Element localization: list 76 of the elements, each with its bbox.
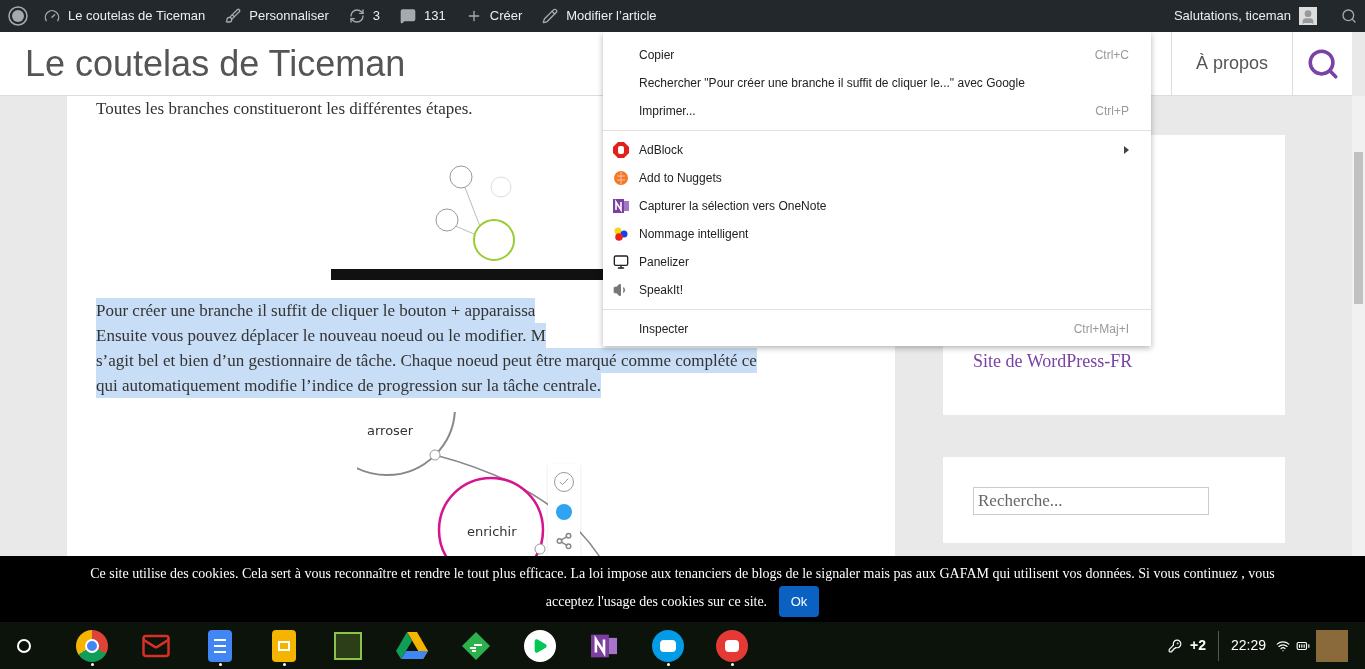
wordpress-logo-icon[interactable] bbox=[8, 6, 28, 26]
admin-bar-link[interactable]: 3 bbox=[348, 6, 381, 26]
menu-item-label: Capturer la sélection vers OneNote bbox=[639, 198, 827, 215]
admin-bar-link[interactable]: Créer bbox=[465, 6, 523, 26]
folder-icon[interactable] bbox=[652, 629, 684, 662]
avatar-icon bbox=[1299, 7, 1317, 25]
sidebar-link[interactable]: Site de WordPress-FR bbox=[973, 348, 1255, 375]
menu-item[interactable]: Nommage intelligent bbox=[603, 220, 1151, 248]
greeting-link[interactable]: Salutations, ticeman bbox=[1173, 6, 1291, 26]
menu-item-label: Inspecter bbox=[639, 321, 689, 338]
node-label: enrichir bbox=[467, 523, 517, 541]
menu-item-label: Rechercher "Pour créer une branche il suffit de cliquer le..." avec Google bbox=[639, 75, 1025, 92]
notification-count[interactable]: +2 bbox=[1190, 635, 1206, 656]
running-indicator bbox=[666, 663, 670, 666]
menu-item-label: Imprimer... bbox=[639, 103, 696, 120]
colored-dots-icon bbox=[613, 226, 629, 242]
admin-bar-link[interactable]: 131 bbox=[400, 6, 446, 26]
app-icon[interactable] bbox=[334, 631, 362, 660]
nav-link[interactable]: À propos bbox=[1170, 32, 1292, 95]
photo-icon[interactable] bbox=[716, 629, 748, 662]
clock[interactable]: 22:29 bbox=[1230, 635, 1266, 656]
onenote-icon[interactable] bbox=[591, 632, 617, 659]
running-indicator bbox=[730, 663, 734, 666]
menu-item-label: SpeakIt! bbox=[639, 282, 684, 299]
menu-item[interactable]: Capturer la sélection vers OneNote bbox=[603, 192, 1151, 220]
menu-item[interactable]: Panelizer bbox=[603, 248, 1151, 276]
menu-item-label: Nommage intelligent bbox=[639, 226, 749, 243]
menu-item[interactable]: AdBlock bbox=[603, 136, 1151, 164]
menu-item-label: AdBlock bbox=[639, 142, 684, 159]
menu-item-label: Add to Nuggets bbox=[639, 170, 722, 187]
play-store-icon[interactable] bbox=[524, 629, 556, 662]
menu-item[interactable]: Copier Ctrl+C bbox=[603, 41, 1151, 69]
share-icon[interactable] bbox=[555, 532, 573, 550]
admin-bar-link[interactable]: Personnaliser bbox=[225, 6, 329, 26]
onenote-icon bbox=[613, 198, 629, 214]
pencil-icon bbox=[542, 8, 559, 24]
monitor-icon bbox=[613, 254, 629, 270]
menu-item[interactable]: Imprimer... Ctrl+P bbox=[603, 97, 1151, 125]
menu-item[interactable]: Add to Nuggets bbox=[603, 164, 1151, 192]
shortcut-label: Ctrl+P bbox=[1095, 103, 1129, 120]
site-title[interactable]: Le coutelas de Ticeman bbox=[25, 36, 406, 91]
key-icon[interactable] bbox=[1168, 638, 1182, 653]
search-icon bbox=[1305, 46, 1340, 81]
shortcut-label: Ctrl+Maj+I bbox=[1073, 321, 1129, 338]
slides-icon[interactable] bbox=[272, 629, 296, 662]
scrollbar-thumb[interactable] bbox=[1354, 152, 1363, 304]
menu-item-label: Copier bbox=[639, 47, 675, 64]
menu-item[interactable]: Inspecter Ctrl+Maj+I bbox=[603, 315, 1151, 343]
node-label: arroser bbox=[367, 422, 414, 440]
octagon-icon bbox=[613, 142, 629, 158]
running-indicator bbox=[218, 663, 222, 666]
admin-bar-link[interactable]: Le coutelas de Ticeman bbox=[44, 6, 206, 26]
profile-picture[interactable] bbox=[1316, 629, 1348, 662]
drive-icon[interactable] bbox=[396, 631, 428, 660]
menu-item[interactable]: SpeakIt! bbox=[603, 276, 1151, 304]
article-text: Toutes les branches constitueront les différentes étapes. bbox=[96, 98, 473, 120]
running-indicator bbox=[282, 663, 286, 666]
comment-icon bbox=[400, 8, 417, 24]
admin-bar-link[interactable]: Modifier l’article bbox=[542, 6, 657, 26]
brush-icon bbox=[225, 8, 242, 24]
search-field[interactable]: Recherche... bbox=[973, 487, 1209, 515]
ok-button[interactable]: Ok bbox=[778, 586, 820, 617]
menu-item[interactable]: Rechercher "Pour créer une branche il suffit de cliquer le..." avec Google bbox=[603, 69, 1151, 97]
brain-icon bbox=[613, 170, 629, 186]
dashboard-icon bbox=[44, 8, 60, 24]
feedly-icon[interactable] bbox=[461, 630, 491, 661]
shortcut-label: Ctrl+C bbox=[1094, 47, 1129, 64]
menu-item-label: Panelizer bbox=[639, 254, 690, 271]
launcher-icon[interactable] bbox=[17, 638, 31, 653]
cookie-text: Ce site utilise des cookies. Cela sert à vous reconnaître et rendre le tout plus efficace. La loi impose aux tenanciers de blogs de le signaler mais pas aux GAFAM qui utilisent vos données. Si vous continuez , vous acceptez l'usage des cookies sur ce site. Ok bbox=[70, 561, 1295, 617]
chrome-icon[interactable] bbox=[76, 629, 108, 662]
running-indicator bbox=[90, 663, 94, 666]
search-icon[interactable] bbox=[1341, 8, 1357, 24]
wifi-icon[interactable] bbox=[1276, 638, 1290, 653]
refresh-icon bbox=[348, 8, 365, 24]
document-icon[interactable] bbox=[208, 629, 232, 662]
